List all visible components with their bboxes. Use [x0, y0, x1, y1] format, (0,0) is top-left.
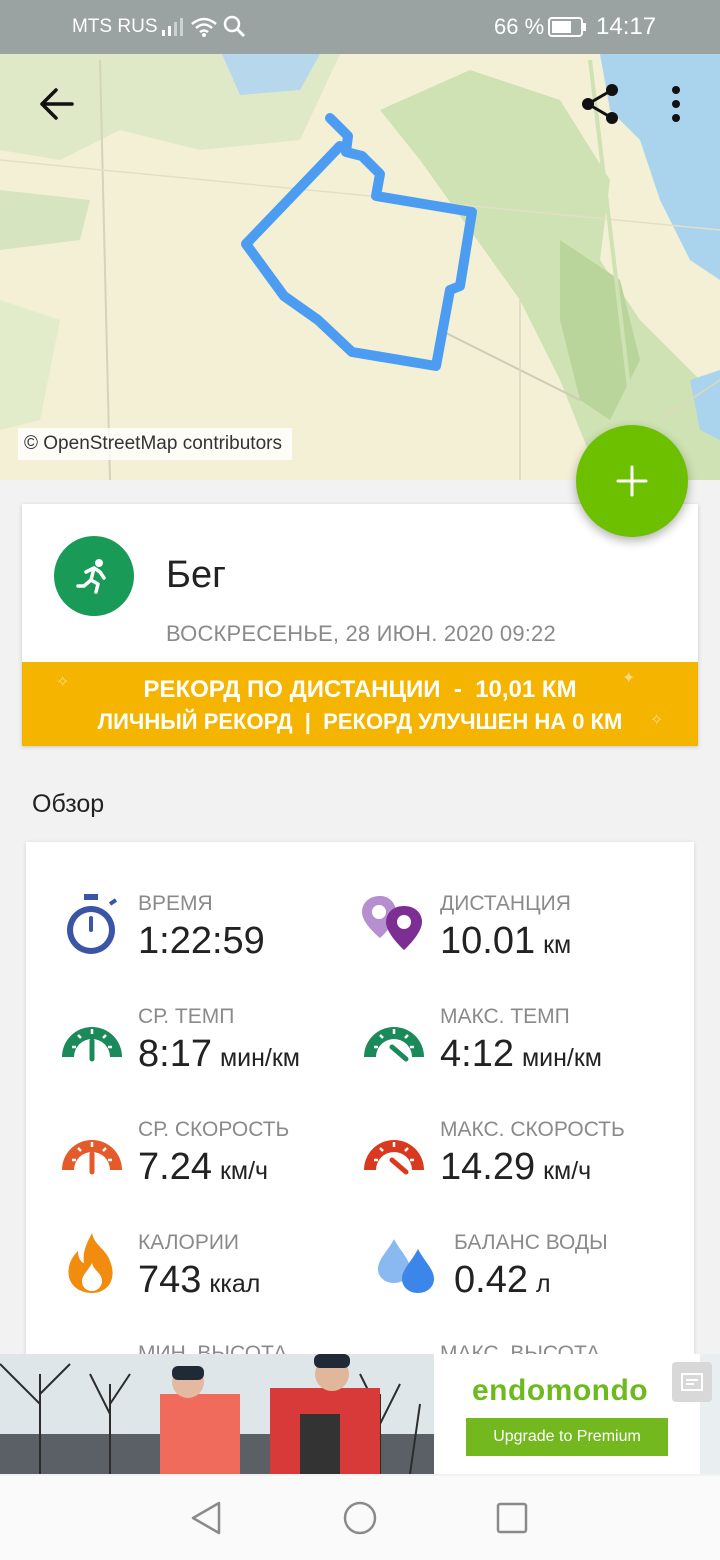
overview-stats-card: ВРЕМЯ 1:22:59 ДИСТАНЦИЯ 10.01 км СР. ТЕМП…: [26, 842, 694, 1402]
search-icon: [223, 15, 246, 38]
stat-value: 743 ккал: [138, 1259, 260, 1302]
battery-percent: 66 %: [494, 14, 545, 39]
record-title: РЕКОРД ПО ДИСТАНЦИИ - 10,01 КМ: [143, 676, 577, 703]
stat-time[interactable]: ВРЕМЯ 1:22:59: [60, 892, 350, 972]
share-button[interactable]: [576, 80, 624, 128]
running-icon: [76, 559, 106, 594]
wifi-icon: [191, 17, 217, 37]
distance-pin-icon: [362, 896, 422, 950]
stat-label: ДИСТАНЦИЯ: [440, 892, 571, 915]
stat-unit: км/ч: [219, 1157, 269, 1185]
add-button[interactable]: [576, 425, 688, 537]
nav-back-button[interactable]: [186, 1498, 226, 1538]
ad-photo: [0, 1354, 434, 1474]
stat-avg-pace[interactable]: СР. ТЕМП 8:17 мин/км: [60, 1005, 350, 1085]
avg-speed-gauge-icon: [62, 1140, 122, 1175]
stat-max-speed[interactable]: МАКС. СКОРОСТЬ 14.29 км/ч: [362, 1118, 672, 1198]
ad-choices-icon: [681, 1373, 703, 1391]
stat-max-pace[interactable]: МАКС. ТЕМП 4:12 мин/км: [362, 1005, 662, 1085]
stat-number: 8:17: [138, 1033, 212, 1075]
stopwatch-icon: [67, 894, 118, 954]
stat-value: 8:17 мин/км: [138, 1033, 300, 1076]
stat-value: 1:22:59: [138, 920, 273, 963]
stat-number: 14.29: [440, 1146, 536, 1188]
stat-avg-speed[interactable]: СР. СКОРОСТЬ 7.24 км/ч: [60, 1118, 350, 1198]
overview-heading: Обзор: [32, 790, 105, 818]
stat-value: 4:12 мин/км: [440, 1033, 602, 1076]
stat-unit: мин/км: [219, 1044, 300, 1072]
stat-calories[interactable]: КАЛОРИИ 743 ккал: [60, 1231, 350, 1311]
stat-unit: км/ч: [543, 1157, 592, 1185]
record-detail: ЛИЧНЫЙ РЕКОРД | РЕКОРД УЛУЧШЕН НА 0 КМ: [97, 709, 623, 734]
nav-back-icon: [191, 1501, 221, 1535]
sport-badge: [54, 536, 134, 616]
stat-number: 743: [138, 1259, 202, 1301]
stat-number: 4:12: [440, 1033, 514, 1075]
sport-name: Бег: [166, 554, 226, 596]
battery-icon: [548, 17, 586, 37]
nav-recents-button[interactable]: [492, 1498, 532, 1538]
ad-panel[interactable]: endomondo Upgrade to Premium: [434, 1354, 700, 1474]
stat-label: СР. ТЕМП: [138, 1005, 235, 1028]
back-button[interactable]: [32, 80, 80, 128]
back-arrow-icon: [40, 88, 74, 120]
stat-water-balance[interactable]: БАЛАНС ВОДЫ 0.42 л: [376, 1231, 666, 1311]
stat-value: 14.29 км/ч: [440, 1146, 591, 1189]
nav-home-button[interactable]: [340, 1498, 380, 1538]
map-attribution[interactable]: © OpenStreetMap contributors: [18, 428, 292, 460]
stat-unit: л: [535, 1270, 551, 1298]
water-drops-icon: [378, 1239, 434, 1293]
stat-value: 10.01 км: [440, 920, 571, 963]
share-icon: [582, 84, 618, 124]
stat-label: СР. СКОРОСТЬ: [138, 1118, 290, 1141]
avg-pace-gauge-icon: [62, 1027, 122, 1062]
stat-value: 0.42 л: [454, 1259, 551, 1302]
more-vert-icon: [672, 86, 680, 122]
upgrade-premium-button[interactable]: Upgrade to Premium: [466, 1418, 668, 1456]
stat-label: БАЛАНС ВОДЫ: [454, 1231, 608, 1254]
stat-value: 7.24 км/ч: [138, 1146, 268, 1189]
workout-date: ВОСКРЕСЕНЬЕ, 28 ИЮН. 2020 09:22: [166, 621, 556, 646]
stat-label: МАКС. СКОРОСТЬ: [440, 1118, 625, 1141]
stat-number: 1:22:59: [138, 920, 265, 962]
plus-icon: [616, 465, 648, 497]
ad-banner[interactable]: endomondo Upgrade to Premium: [0, 1354, 720, 1474]
record-banner[interactable]: ✧ ✦ ✧ РЕКОРД ПО ДИСТАНЦИИ - 10,01 КМ ЛИЧ…: [22, 662, 698, 746]
signal-icon: [162, 18, 183, 36]
workout-header-card: Бег ВОСКРЕСЕНЬЕ, 28 ИЮН. 2020 09:22 ✧ ✦ …: [22, 504, 698, 746]
stat-number: 7.24: [138, 1146, 212, 1188]
more-options-button[interactable]: [652, 80, 700, 128]
max-speed-gauge-icon: [364, 1140, 424, 1175]
navigation-bar: [0, 1476, 720, 1560]
max-pace-gauge-icon: [364, 1027, 424, 1062]
stat-unit: мин/км: [521, 1044, 602, 1072]
route-map[interactable]: © OpenStreetMap contributors: [0, 0, 720, 480]
stat-label: КАЛОРИИ: [138, 1231, 240, 1254]
carrier-name: MTS RUS: [72, 16, 158, 37]
stat-unit: ккал: [209, 1270, 261, 1298]
stat-distance[interactable]: ДИСТАНЦИЯ 10.01 км: [362, 892, 662, 972]
stat-label: ВРЕМЯ: [138, 892, 213, 915]
ad-choices-button[interactable]: [672, 1362, 712, 1402]
endomondo-logo: endomondo: [472, 1374, 649, 1407]
calories-flame-icon: [68, 1233, 113, 1293]
nav-recents-icon: [496, 1502, 528, 1534]
map-tiles: [0, 0, 720, 480]
stat-number: 0.42: [454, 1259, 528, 1301]
status-bar: MTS RUS 66 % 14:17: [0, 0, 720, 54]
stat-unit: км: [543, 931, 572, 959]
clock: 14:17: [596, 13, 657, 40]
stat-number: 10.01: [440, 920, 536, 962]
stat-label: МАКС. ТЕМП: [440, 1005, 570, 1028]
nav-home-icon: [343, 1501, 377, 1535]
